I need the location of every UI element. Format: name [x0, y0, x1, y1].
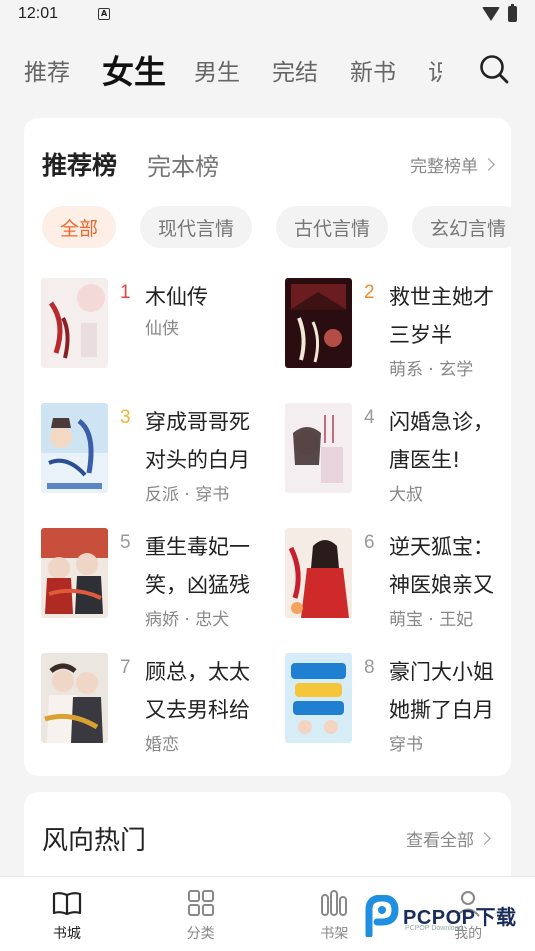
- tab-new[interactable]: 新书: [350, 53, 396, 87]
- book-tags: 穿书: [389, 735, 423, 755]
- book-item[interactable]: 6 逆天狐宝：神医娘亲又 萌宝 · 王妃: [285, 528, 515, 630]
- rank-number: 7: [120, 657, 131, 678]
- ranking-card: 推荐榜 完本榜 完整榜单 全部 现代言情 古代言情 玄幻言情 1 木仙传 仙侠: [24, 118, 511, 776]
- tab-recommend[interactable]: 推荐: [24, 53, 70, 87]
- book-title: 穿成哥哥死对头的白月: [145, 410, 250, 472]
- book-cover[interactable]: [285, 653, 352, 743]
- full-list-label: 完整榜单: [410, 156, 478, 177]
- book-tags: 大叔: [389, 485, 423, 505]
- top-tabs: 推荐 女生 男生 完结 新书 识: [0, 40, 535, 100]
- chip-all[interactable]: 全部: [42, 206, 117, 248]
- chip-ancient-romance[interactable]: 古代言情: [276, 206, 389, 248]
- tab-male[interactable]: 男生: [194, 53, 240, 87]
- full-list-link[interactable]: 完整榜单: [410, 152, 495, 177]
- nav-label: 分类: [186, 926, 215, 942]
- status-icons: [482, 4, 517, 22]
- book-tags: 萌宝 · 王妃: [389, 610, 474, 630]
- chevron-right-icon: [478, 832, 491, 845]
- watermark-sub: PCPOP Download: [405, 925, 463, 932]
- rank-number: 2: [364, 282, 375, 303]
- notification-icon: A: [98, 8, 111, 20]
- chip-fantasy-romance[interactable]: 玄幻言情: [412, 206, 511, 248]
- nav-category[interactable]: 分类: [134, 877, 268, 951]
- book-title: 救世主她才三岁半: [389, 285, 494, 347]
- chip-modern-romance[interactable]: 现代言情: [140, 206, 253, 248]
- rank-number: 6: [364, 532, 375, 553]
- view-all-label: 查看全部: [406, 831, 474, 851]
- rank-number: 4: [364, 407, 375, 428]
- tab-finished[interactable]: 完结: [272, 53, 318, 87]
- book-cover[interactable]: [285, 528, 352, 618]
- book-tags: 反派 · 穿书: [145, 485, 230, 505]
- tab-finished-rank[interactable]: 完本榜: [147, 147, 219, 182]
- tab-female[interactable]: 女生: [102, 47, 166, 93]
- tab-recommend-rank[interactable]: 推荐榜: [42, 146, 117, 182]
- tab-more[interactable]: 识: [428, 53, 442, 87]
- status-time: 12:01: [18, 5, 59, 22]
- book-item[interactable]: 7 顾总，太太又去男科给 婚恋: [41, 653, 271, 755]
- book-title: 逆天狐宝：神医娘亲又: [389, 535, 494, 597]
- book-cover[interactable]: [41, 278, 108, 368]
- book-tags: 萌系 · 玄学: [389, 360, 474, 380]
- nav-label: 书城: [52, 926, 81, 942]
- watermark: PCPOP下载 PCPOP Download: [363, 893, 533, 939]
- book-item[interactable]: 1 木仙传 仙侠: [41, 278, 271, 378]
- wifi-icon: [482, 7, 500, 21]
- rank-number: 1: [120, 282, 131, 303]
- battery-icon: [508, 4, 517, 22]
- book-cover[interactable]: [41, 528, 108, 618]
- book-title: 豪门大小姐她撕了白月: [389, 660, 494, 722]
- book-item[interactable]: 8 豪门大小姐她撕了白月 穿书: [285, 653, 515, 755]
- nav-label: 书架: [320, 926, 349, 942]
- book-title: 顾总，太太又去男科给: [145, 660, 250, 722]
- book-tags: 仙侠: [145, 319, 179, 339]
- book-item[interactable]: 5 重生毒妃一笑，凶猛残 病娇 · 忠犬: [41, 528, 271, 630]
- view-all-link[interactable]: 查看全部: [406, 826, 491, 851]
- book-cover[interactable]: [41, 403, 108, 493]
- ranking-header: 推荐榜 完本榜 完整榜单: [42, 146, 495, 182]
- nav-bookstore[interactable]: 书城: [0, 877, 134, 951]
- book-tags: 婚恋: [145, 735, 179, 755]
- genre-chips: 全部 现代言情 古代言情 玄幻言情: [42, 206, 511, 248]
- book-item[interactable]: 3 穿成哥哥死对头的白月 反派 · 穿书: [41, 403, 271, 505]
- book-item[interactable]: 2 救世主她才三岁半 萌系 · 玄学: [285, 278, 515, 380]
- rank-number: 8: [364, 657, 375, 678]
- book-title: 木仙传: [145, 285, 208, 309]
- book-cover[interactable]: [41, 653, 108, 743]
- book-tags: 病娇 · 忠犬: [145, 610, 230, 630]
- open-book-icon: [52, 892, 81, 916]
- grid-icon: [187, 890, 214, 916]
- bookshelf-icon: [321, 890, 348, 916]
- book-cover[interactable]: [285, 278, 352, 368]
- rank-number: 3: [120, 407, 131, 428]
- status-bar: 12:01 A: [0, 0, 535, 28]
- book-cover[interactable]: [285, 403, 352, 493]
- chevron-right-icon: [482, 157, 495, 171]
- section-title: 风向热门: [42, 826, 147, 856]
- book-title: 重生毒妃一笑，凶猛残: [145, 535, 250, 597]
- book-item[interactable]: 4 闪婚急诊，唐医生! 大叔: [285, 403, 515, 505]
- book-title: 闪婚急诊，唐医生!: [389, 410, 494, 472]
- pcpop-logo-icon: [365, 895, 399, 937]
- rank-number: 5: [120, 532, 131, 553]
- search-icon[interactable]: [479, 54, 509, 84]
